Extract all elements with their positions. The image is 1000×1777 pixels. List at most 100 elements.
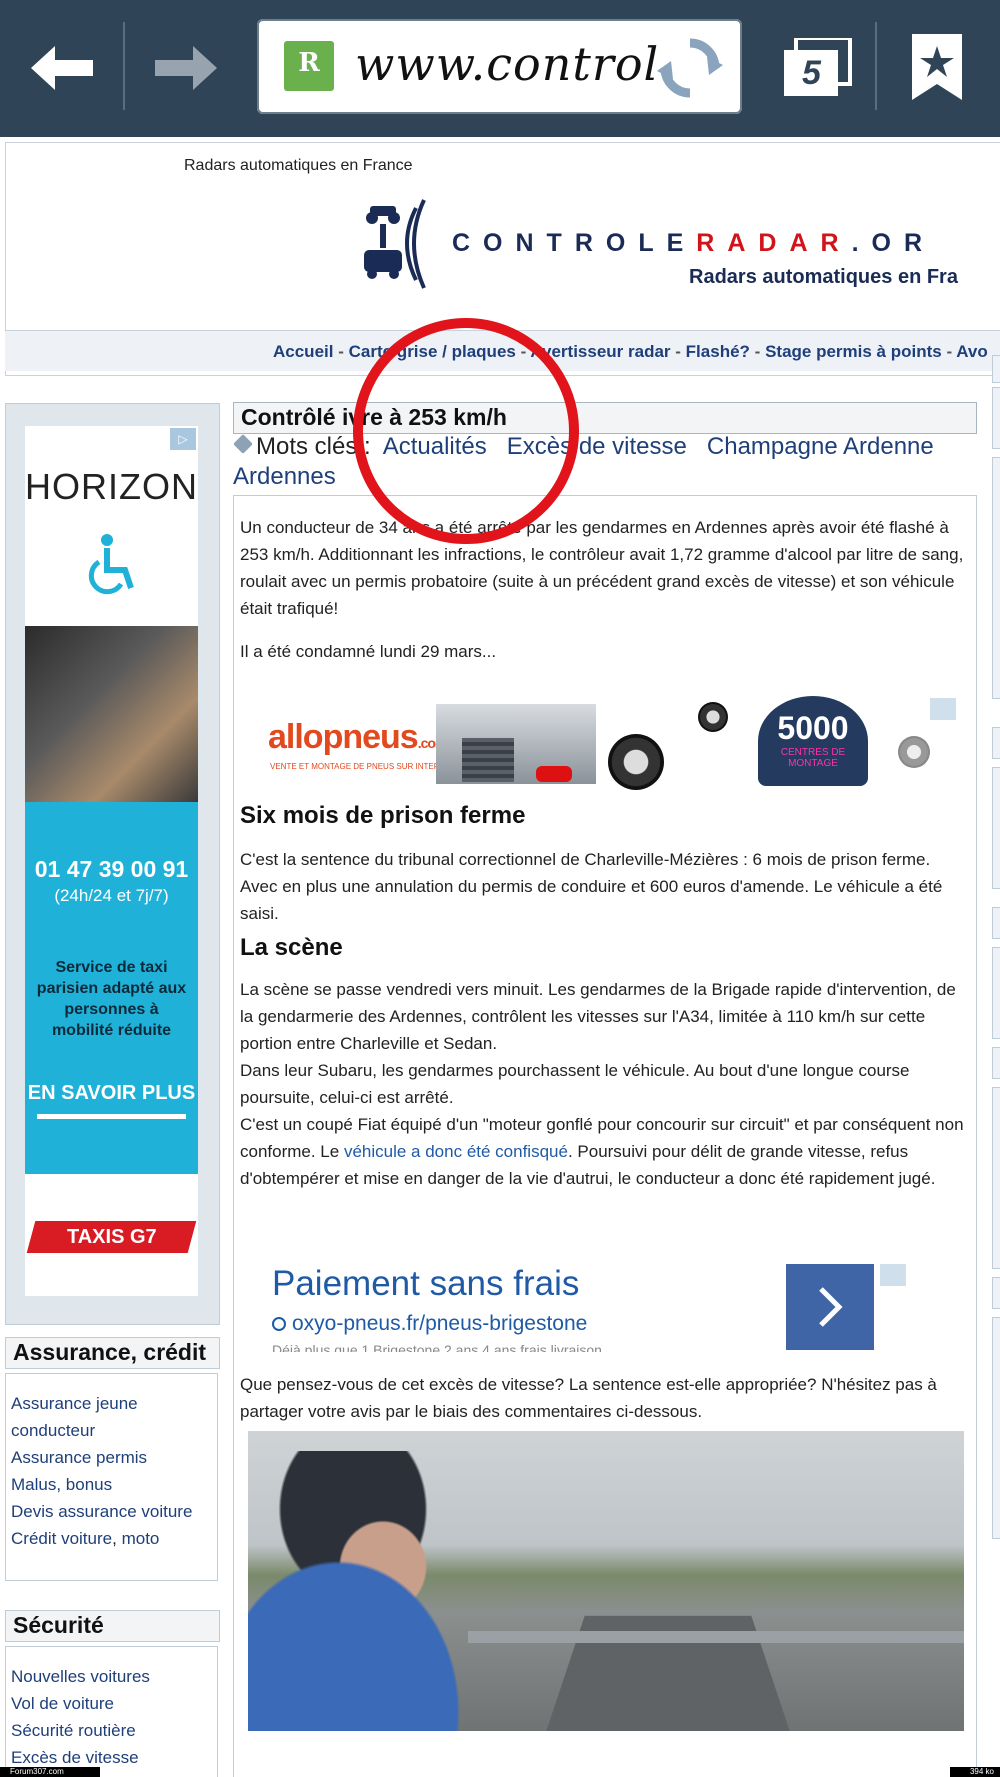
article-intro: Un conducteur de 34 ans a été arrêté par… bbox=[240, 518, 964, 618]
menu-separator: - bbox=[675, 342, 681, 361]
watermark-left: Forum307.com bbox=[0, 1767, 100, 1777]
text-ad[interactable]: Paiement sans frais oxyo-pneus.fr/pneus-… bbox=[258, 1264, 958, 1352]
right-column-edge bbox=[992, 1047, 1000, 1079]
banner-garage-image bbox=[436, 704, 596, 784]
article-condemned: Il a été condamné lundi 29 mars... bbox=[240, 642, 497, 661]
tag-icon bbox=[233, 434, 253, 454]
article-photo bbox=[248, 1431, 964, 1731]
allopneus-banner-ad[interactable]: allopneus.com VENTE ET MONTAGE DE PNEUS … bbox=[258, 696, 958, 791]
sidebar-link[interactable]: Crédit voiture bbox=[11, 1529, 112, 1548]
banner-brand: allopneus.com bbox=[268, 718, 447, 757]
right-column-edge bbox=[992, 457, 1000, 699]
tag-link[interactable]: Ardenne bbox=[843, 433, 934, 460]
tag-link[interactable]: Ardennes bbox=[233, 463, 336, 490]
ad-phone: 01 47 39 00 91 bbox=[34, 856, 189, 882]
menu-item-accueil[interactable]: Accueil bbox=[273, 342, 333, 361]
site-favicon: R bbox=[284, 41, 334, 91]
sidebar-link-separator: , bbox=[112, 1529, 117, 1548]
radar-logo-icon bbox=[364, 199, 426, 289]
right-column-edge bbox=[992, 767, 1000, 889]
wheelchair-icon bbox=[88, 534, 134, 595]
sidebar-link[interactable]: Assurance jeune bbox=[6, 1390, 217, 1417]
sidebar-link[interactable]: Sécurité routière bbox=[6, 1717, 217, 1744]
article-paragraph: C'est un coupé Fiat équipé d'un "moteur … bbox=[240, 1111, 970, 1192]
sidebar-link[interactable]: Nouvelles voitures bbox=[6, 1663, 217, 1690]
menu-separator: - bbox=[338, 342, 344, 361]
ad-description: Déjà plus que 1 Brigestone 2 ans 4 ans f… bbox=[272, 1342, 602, 1352]
red-car bbox=[536, 766, 572, 782]
right-column-edge bbox=[992, 1087, 1000, 1269]
menu-item-avo[interactable]: Avo bbox=[956, 342, 988, 361]
sidebar-link[interactable]: Devis assurance voiture bbox=[6, 1498, 217, 1525]
article-question: Que pensez-vous de cet excès de vitesse?… bbox=[240, 1375, 937, 1421]
globe-icon bbox=[272, 1317, 286, 1331]
browser-toolbar: R www.control 5 bbox=[0, 0, 1000, 137]
section-title-text: Assurance, crédit bbox=[13, 1339, 207, 1365]
menu-separator: - bbox=[754, 342, 761, 361]
ad-choices-icon[interactable] bbox=[930, 698, 956, 720]
sidebar-ad: ▷ HORIZON 01 47 39 00 91 (24h/24 et 7j/7… bbox=[5, 403, 220, 1325]
sidebar-link[interactable]: Vol de voiture bbox=[6, 1690, 217, 1717]
ad-title[interactable]: Paiement sans frais bbox=[272, 1264, 579, 1304]
toolbar-separator bbox=[875, 22, 877, 110]
forward-button[interactable] bbox=[146, 30, 226, 106]
tire-image bbox=[898, 736, 930, 768]
menu-item-flashe[interactable]: Flashé? bbox=[686, 342, 750, 361]
sidebar-link[interactable]: Malus, bonus bbox=[6, 1471, 217, 1498]
menu-separator: - bbox=[946, 342, 953, 361]
bookmark-button[interactable] bbox=[912, 34, 962, 100]
chevron-right-icon bbox=[819, 1287, 843, 1327]
ad-url-text: oxyo-pneus.fr/pneus-brigestone bbox=[292, 1312, 588, 1335]
bookmark-star-icon bbox=[912, 34, 962, 100]
sidebar-link[interactable]: conducteur bbox=[6, 1417, 217, 1444]
ad-choices-icon[interactable]: ▷ bbox=[170, 428, 196, 450]
ad-brand: HORIZON bbox=[25, 466, 198, 507]
sidebar-list-assurance: Assurance jeune conducteur Assurance per… bbox=[5, 1373, 218, 1581]
logo-subtitle: Radars automatiques en Fra bbox=[689, 266, 958, 288]
banner-subtitle: VENTE ET MONTAGE DE PNEUS SUR INTERNET bbox=[270, 762, 456, 771]
tire-image bbox=[608, 734, 664, 790]
article-paragraph: Dans leur Subaru, les gendarmes pourchas… bbox=[240, 1061, 910, 1107]
site-logo-text[interactable]: CONTROLERADAR.OR bbox=[452, 229, 935, 258]
ad-photo bbox=[25, 626, 198, 802]
menu-item-stage[interactable]: Stage permis à points bbox=[765, 342, 942, 361]
seal-text: CENTRES DE MONTAGE bbox=[780, 747, 846, 769]
right-column-edge bbox=[992, 947, 1000, 1039]
right-column-edge bbox=[992, 727, 1000, 759]
address-bar[interactable]: R www.control bbox=[257, 19, 742, 114]
ad-cta[interactable]: EN SAVOIR PLUS bbox=[25, 1082, 198, 1105]
tabs-button[interactable]: 5 bbox=[782, 36, 852, 98]
ad-arrow-button[interactable] bbox=[786, 1264, 874, 1350]
ad-cta-underline bbox=[37, 1114, 186, 1119]
right-column-edge bbox=[992, 387, 1000, 449]
back-button[interactable] bbox=[22, 30, 102, 106]
site-tagline: Radars automatiques en France bbox=[184, 157, 413, 174]
ad-url[interactable]: oxyo-pneus.fr/pneus-brigestone bbox=[272, 1312, 587, 1336]
section-heading: La scène bbox=[240, 934, 343, 961]
article-body: Un conducteur de 34 ans a été arrêté par… bbox=[233, 495, 977, 1777]
banner-seal: 5000 CENTRES DE MONTAGE bbox=[758, 696, 868, 786]
tire-image bbox=[698, 702, 728, 732]
article-title-bar: Contrôlé ivre à 253 km/h bbox=[233, 402, 977, 434]
watermark-right: 394 ko bbox=[950, 1767, 1000, 1777]
section-heading: Six mois de prison ferme bbox=[240, 802, 526, 829]
reload-icon[interactable] bbox=[657, 35, 723, 101]
article-paragraph: C'est la sentence du tribunal correction… bbox=[240, 850, 943, 923]
url-text[interactable]: www.control bbox=[355, 37, 659, 91]
confisque-link[interactable]: véhicule a donc été confisqué bbox=[344, 1142, 568, 1161]
sidebar-link[interactable]: moto bbox=[122, 1529, 160, 1548]
sidebar-link[interactable]: Assurance permis bbox=[6, 1444, 217, 1471]
ad-service-text: Service de taxi parisien adapté aux pers… bbox=[36, 959, 187, 1039]
ad-blue-panel: 01 47 39 00 91 (24h/24 et 7j/7) Service … bbox=[25, 802, 198, 1174]
ad-choices-icon[interactable] bbox=[880, 1264, 906, 1286]
article-paragraph: La scène se passe vendredi vers minuit. … bbox=[240, 980, 956, 1053]
horizon-ad[interactable]: ▷ HORIZON 01 47 39 00 91 (24h/24 et 7j/7… bbox=[25, 426, 198, 1296]
arrow-right-icon bbox=[155, 46, 217, 90]
tag-link[interactable]: Champagne bbox=[707, 433, 838, 460]
ad-hours: (24h/24 et 7j/7) bbox=[54, 886, 169, 905]
sidebar-link-credit: Crédit voiture, moto bbox=[6, 1525, 217, 1552]
taxi-logo: TAXIS G7 bbox=[26, 1221, 197, 1253]
seal-number: 5000 bbox=[777, 710, 849, 746]
banner-brand-name: allopneus bbox=[268, 718, 419, 756]
tabs-count: 5 bbox=[802, 54, 821, 92]
